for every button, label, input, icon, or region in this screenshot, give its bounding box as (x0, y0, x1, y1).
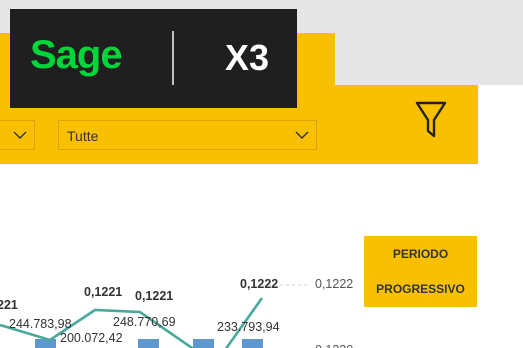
logo-sage-text: Sage (30, 33, 123, 77)
bar-1 (35, 339, 56, 348)
filter-dropdown-partial[interactable] (0, 120, 35, 150)
data-label: 221 (0, 298, 18, 312)
data-label: 248.770,69 (113, 315, 176, 329)
period-button-line1: PERIODO (392, 247, 449, 261)
bar-4 (242, 339, 263, 348)
data-label: 233.793,94 (217, 320, 280, 334)
data-label: 200.072,42 (60, 331, 123, 345)
bar-2 (138, 339, 159, 348)
reference-label: 0,1222 (315, 277, 353, 291)
logo-divider (172, 31, 174, 85)
chevron-down-icon (295, 131, 309, 139)
bar-3 (193, 339, 214, 348)
data-label: 0,1221 (135, 289, 173, 303)
filter-icon[interactable] (415, 101, 447, 139)
chevron-down-icon (13, 131, 27, 139)
data-label: 0,1221 (84, 285, 122, 299)
logo-x3-text: X3 (225, 37, 270, 78)
filter-dropdown[interactable]: Tutte (58, 120, 317, 150)
combo-chart: 221 244.783,98200.072,42 0,1221 248.770,69 0… (0, 277, 353, 348)
sage-x3-logo: Sage X3 (10, 9, 297, 108)
data-label: 244.783,98 (9, 317, 72, 331)
reference-label-partial: 0,1220 (315, 343, 353, 348)
filter-dropdown-value: Tutte (67, 128, 99, 144)
data-label: 0,1222 (240, 277, 278, 291)
